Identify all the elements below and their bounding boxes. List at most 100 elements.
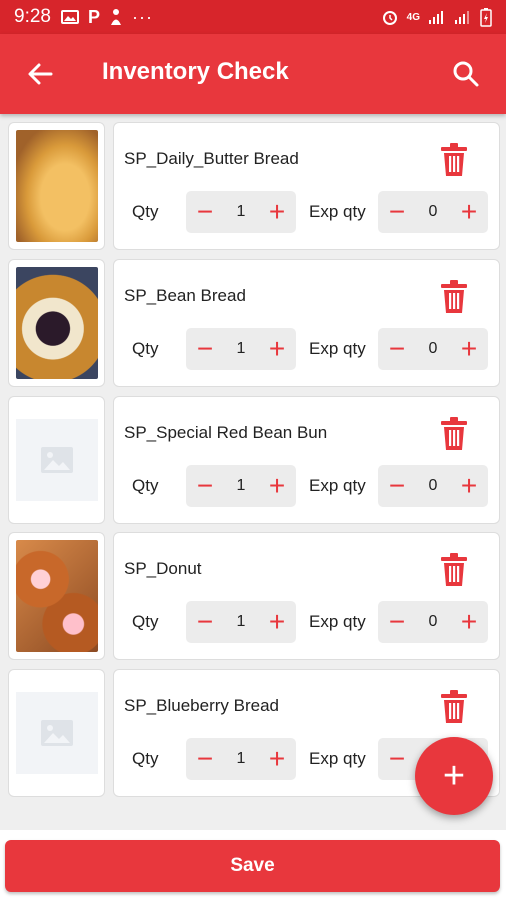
qty-value: 1: [236, 203, 246, 220]
signal-icon-2: [455, 11, 469, 24]
exp-qty-label: Exp qty: [309, 749, 366, 768]
p-icon: P: [87, 6, 100, 27]
exp-qty-label: Exp qty: [309, 612, 366, 631]
battery-icon: [480, 8, 492, 27]
qty-decrement-button[interactable]: −: [192, 335, 218, 363]
qty-stepper: − 1 +: [186, 738, 296, 780]
product-thumbnail: [8, 259, 105, 387]
product-thumbnail: [8, 669, 105, 797]
exp-qty-increment-button[interactable]: +: [456, 335, 482, 363]
qty-stepper: − 1 +: [186, 601, 296, 643]
add-item-fab[interactable]: +: [415, 737, 493, 815]
product-list[interactable]: SP_Daily_Butter Bread Qty − 1 + Exp qty …: [0, 114, 506, 830]
list-item: SP_Donut Qty − 1 + Exp qty − 0 +: [8, 532, 500, 660]
qty-increment-button[interactable]: +: [264, 745, 290, 773]
product-card: SP_Donut Qty − 1 + Exp qty − 0 +: [113, 532, 500, 660]
search-icon: [453, 61, 479, 87]
bread-image: [15, 130, 98, 242]
qty-stepper: − 1 +: [186, 191, 296, 233]
trash-icon[interactable]: [439, 280, 469, 314]
qty-label: Qty: [132, 749, 159, 768]
product-thumbnail: [8, 532, 105, 660]
signal-icon: [429, 11, 443, 24]
bean-bread-image: [15, 267, 98, 379]
product-name: SP_Daily_Butter Bread: [124, 149, 299, 168]
exp-qty-label: Exp qty: [309, 202, 366, 221]
exp-qty-decrement-button[interactable]: −: [384, 472, 410, 500]
qty-label: Qty: [132, 339, 159, 358]
product-thumbnail: [8, 122, 105, 250]
qty-value: 1: [236, 340, 246, 357]
exp-qty-stepper: − 0 +: [378, 191, 488, 233]
qty-increment-button[interactable]: +: [264, 198, 290, 226]
qty-increment-button[interactable]: +: [264, 335, 290, 363]
exp-qty-value: 0: [428, 613, 438, 630]
exp-qty-value: 0: [428, 340, 438, 357]
donut-image: [15, 540, 98, 652]
back-arrow-icon: [28, 63, 53, 85]
product-name: SP_Blueberry Bread: [124, 696, 279, 715]
image-placeholder: [15, 692, 98, 774]
product-name: SP_Special Red Bean Bun: [124, 423, 328, 442]
qty-increment-button[interactable]: +: [264, 608, 290, 636]
product-thumbnail: [8, 396, 105, 524]
app-icon: [111, 9, 121, 25]
save-bar: Save: [0, 830, 506, 900]
image-placeholder-icon: [40, 720, 73, 746]
exp-qty-value: 0: [428, 203, 438, 220]
exp-qty-label: Exp qty: [309, 476, 366, 495]
trash-icon[interactable]: [439, 690, 469, 724]
qty-value: 1: [236, 613, 246, 630]
exp-qty-decrement-button[interactable]: −: [384, 198, 410, 226]
product-card: SP_Daily_Butter Bread Qty − 1 + Exp qty …: [113, 122, 500, 250]
back-button[interactable]: [22, 56, 58, 92]
exp-qty-stepper: − 0 +: [378, 465, 488, 507]
exp-qty-label: Exp qty: [309, 339, 366, 358]
exp-qty-increment-button[interactable]: +: [456, 608, 482, 636]
qty-decrement-button[interactable]: −: [192, 198, 218, 226]
list-item: SP_Bean Bread Qty − 1 + Exp qty − 0 +: [8, 259, 500, 387]
qty-label: Qty: [132, 612, 159, 631]
product-name: SP_Bean Bread: [124, 286, 246, 305]
product-name: SP_Donut: [124, 559, 202, 578]
list-item: SP_Daily_Butter Bread Qty − 1 + Exp qty …: [8, 122, 500, 250]
qty-decrement-button[interactable]: −: [192, 745, 218, 773]
trash-icon[interactable]: [439, 417, 469, 451]
qty-value: 1: [236, 750, 246, 767]
qty-stepper: − 1 +: [186, 465, 296, 507]
app-bar: Inventory Check: [0, 34, 506, 114]
status-bar: 9:28 P ··· 4G: [0, 0, 506, 34]
alarm-icon: [382, 11, 397, 25]
image-icon: [60, 10, 79, 24]
exp-qty-stepper: − 0 +: [378, 328, 488, 370]
search-button[interactable]: [448, 56, 484, 92]
qty-decrement-button[interactable]: −: [192, 608, 218, 636]
qty-label: Qty: [132, 202, 159, 221]
page-title: Inventory Check: [102, 58, 289, 85]
status-time: 9:28: [14, 6, 51, 27]
exp-qty-decrement-button[interactable]: −: [384, 608, 410, 636]
product-card: SP_Special Red Bean Bun Qty − 1 + Exp qt…: [113, 396, 500, 524]
network-type: 4G: [406, 11, 420, 23]
exp-qty-decrement-button[interactable]: −: [384, 745, 410, 773]
exp-qty-value: 0: [428, 477, 438, 494]
qty-stepper: − 1 +: [186, 328, 296, 370]
qty-label: Qty: [132, 476, 159, 495]
save-button[interactable]: Save: [5, 840, 500, 892]
trash-icon[interactable]: [439, 553, 469, 587]
exp-qty-increment-button[interactable]: +: [456, 472, 482, 500]
exp-qty-stepper: − 0 +: [378, 601, 488, 643]
qty-decrement-button[interactable]: −: [192, 472, 218, 500]
add-icon: +: [442, 754, 466, 797]
product-card: SP_Bean Bread Qty − 1 + Exp qty − 0 +: [113, 259, 500, 387]
image-placeholder: [15, 419, 98, 501]
qty-increment-button[interactable]: +: [264, 472, 290, 500]
image-placeholder-icon: [40, 447, 73, 473]
trash-icon[interactable]: [439, 143, 469, 177]
list-item: SP_Special Red Bean Bun Qty − 1 + Exp qt…: [8, 396, 500, 524]
qty-value: 1: [236, 477, 246, 494]
exp-qty-decrement-button[interactable]: −: [384, 335, 410, 363]
exp-qty-increment-button[interactable]: +: [456, 198, 482, 226]
status-right-icons: 4G: [381, 7, 492, 27]
status-left-icons: P ···: [60, 6, 153, 28]
